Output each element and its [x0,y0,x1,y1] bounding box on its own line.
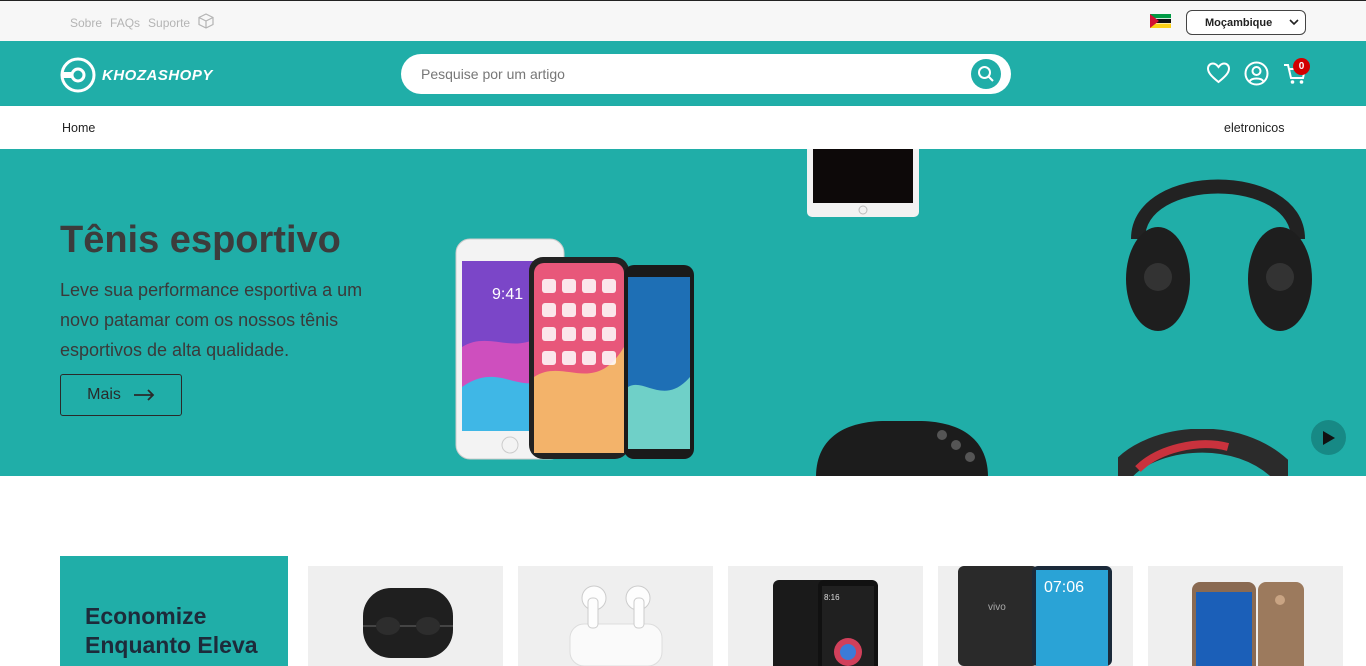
hero-more-button[interactable]: Mais [60,374,182,416]
phone-time: 9:41 [492,286,523,303]
main-header: KHOZASHOPY 0 [0,41,1366,106]
logo-text: KHOZASHOPY [102,66,213,84]
link-suporte[interactable]: Suporte [148,16,190,30]
phone-screen-time: 8:16 [824,593,840,602]
hero-banner: Tênis esportivo Leve sua performance esp… [0,149,1366,476]
product-card-bronze-phone[interactable] [1148,566,1343,666]
slider-play-button[interactable] [1311,420,1346,455]
link-sobre[interactable]: Sobre [70,16,102,30]
mozambique-flag-icon [1150,14,1171,28]
box-icon[interactable] [198,13,214,32]
user-icon[interactable] [1244,61,1269,91]
nav-eletronicos-link[interactable]: eletronicos [1224,121,1284,135]
site-logo[interactable]: KHOZASHOPY [60,57,213,93]
product-card-vivo-phone[interactable]: vivo 07:06 [938,566,1133,666]
hero-more-label: Mais [87,386,121,403]
black-smartphone-image: 8:16 [773,580,878,666]
smartphones-image: 9:41 [455,238,694,460]
earbuds-case-image [363,588,453,658]
headphones-image [1126,179,1312,331]
bronze-phone-image [1192,582,1304,666]
tablet-image [807,149,919,217]
link-faqs[interactable]: FAQs [110,16,140,30]
logo-icon [60,57,96,93]
nav-home-link[interactable]: Home [62,121,95,135]
smartwatch-image [1118,429,1288,476]
airpods-image [569,585,663,666]
search-input[interactable] [421,64,941,84]
cart-count-badge: 0 [1293,58,1310,75]
search-button[interactable] [971,59,1001,89]
play-icon [1322,430,1335,445]
vivo-screen-time: 07:06 [1044,579,1084,596]
chevron-down-icon [1289,17,1299,30]
vivo-brand: vivo [988,602,1006,613]
hero-description: Leve sua performance esportiva a um novo… [60,280,363,360]
heart-icon[interactable] [1206,61,1231,90]
product-card-white-airpods[interactable] [518,566,713,666]
product-card-black-smartphone[interactable]: 8:16 [728,566,923,666]
top-bar: Sobre FAQs Suporte Moçambique [0,0,1366,41]
top-links: Sobre FAQs Suporte [70,13,214,32]
promo-block[interactable]: Economize Enquanto Eleva [60,556,288,666]
promo-title: Economize Enquanto Eleva [85,603,258,658]
product-card-black-earbuds[interactable] [308,566,503,666]
search-bar [401,54,1011,94]
country-select[interactable]: Moçambique [1186,10,1306,35]
country-select-value: Moçambique [1205,16,1273,29]
arrow-right-icon [133,389,155,401]
search-icon [978,66,994,82]
vivo-phone-image: vivo 07:06 [958,566,1112,666]
gamepad-image [816,421,988,476]
category-nav: Home eletronicos [0,106,1366,149]
hero-title: Tênis esportivo [60,219,341,261]
